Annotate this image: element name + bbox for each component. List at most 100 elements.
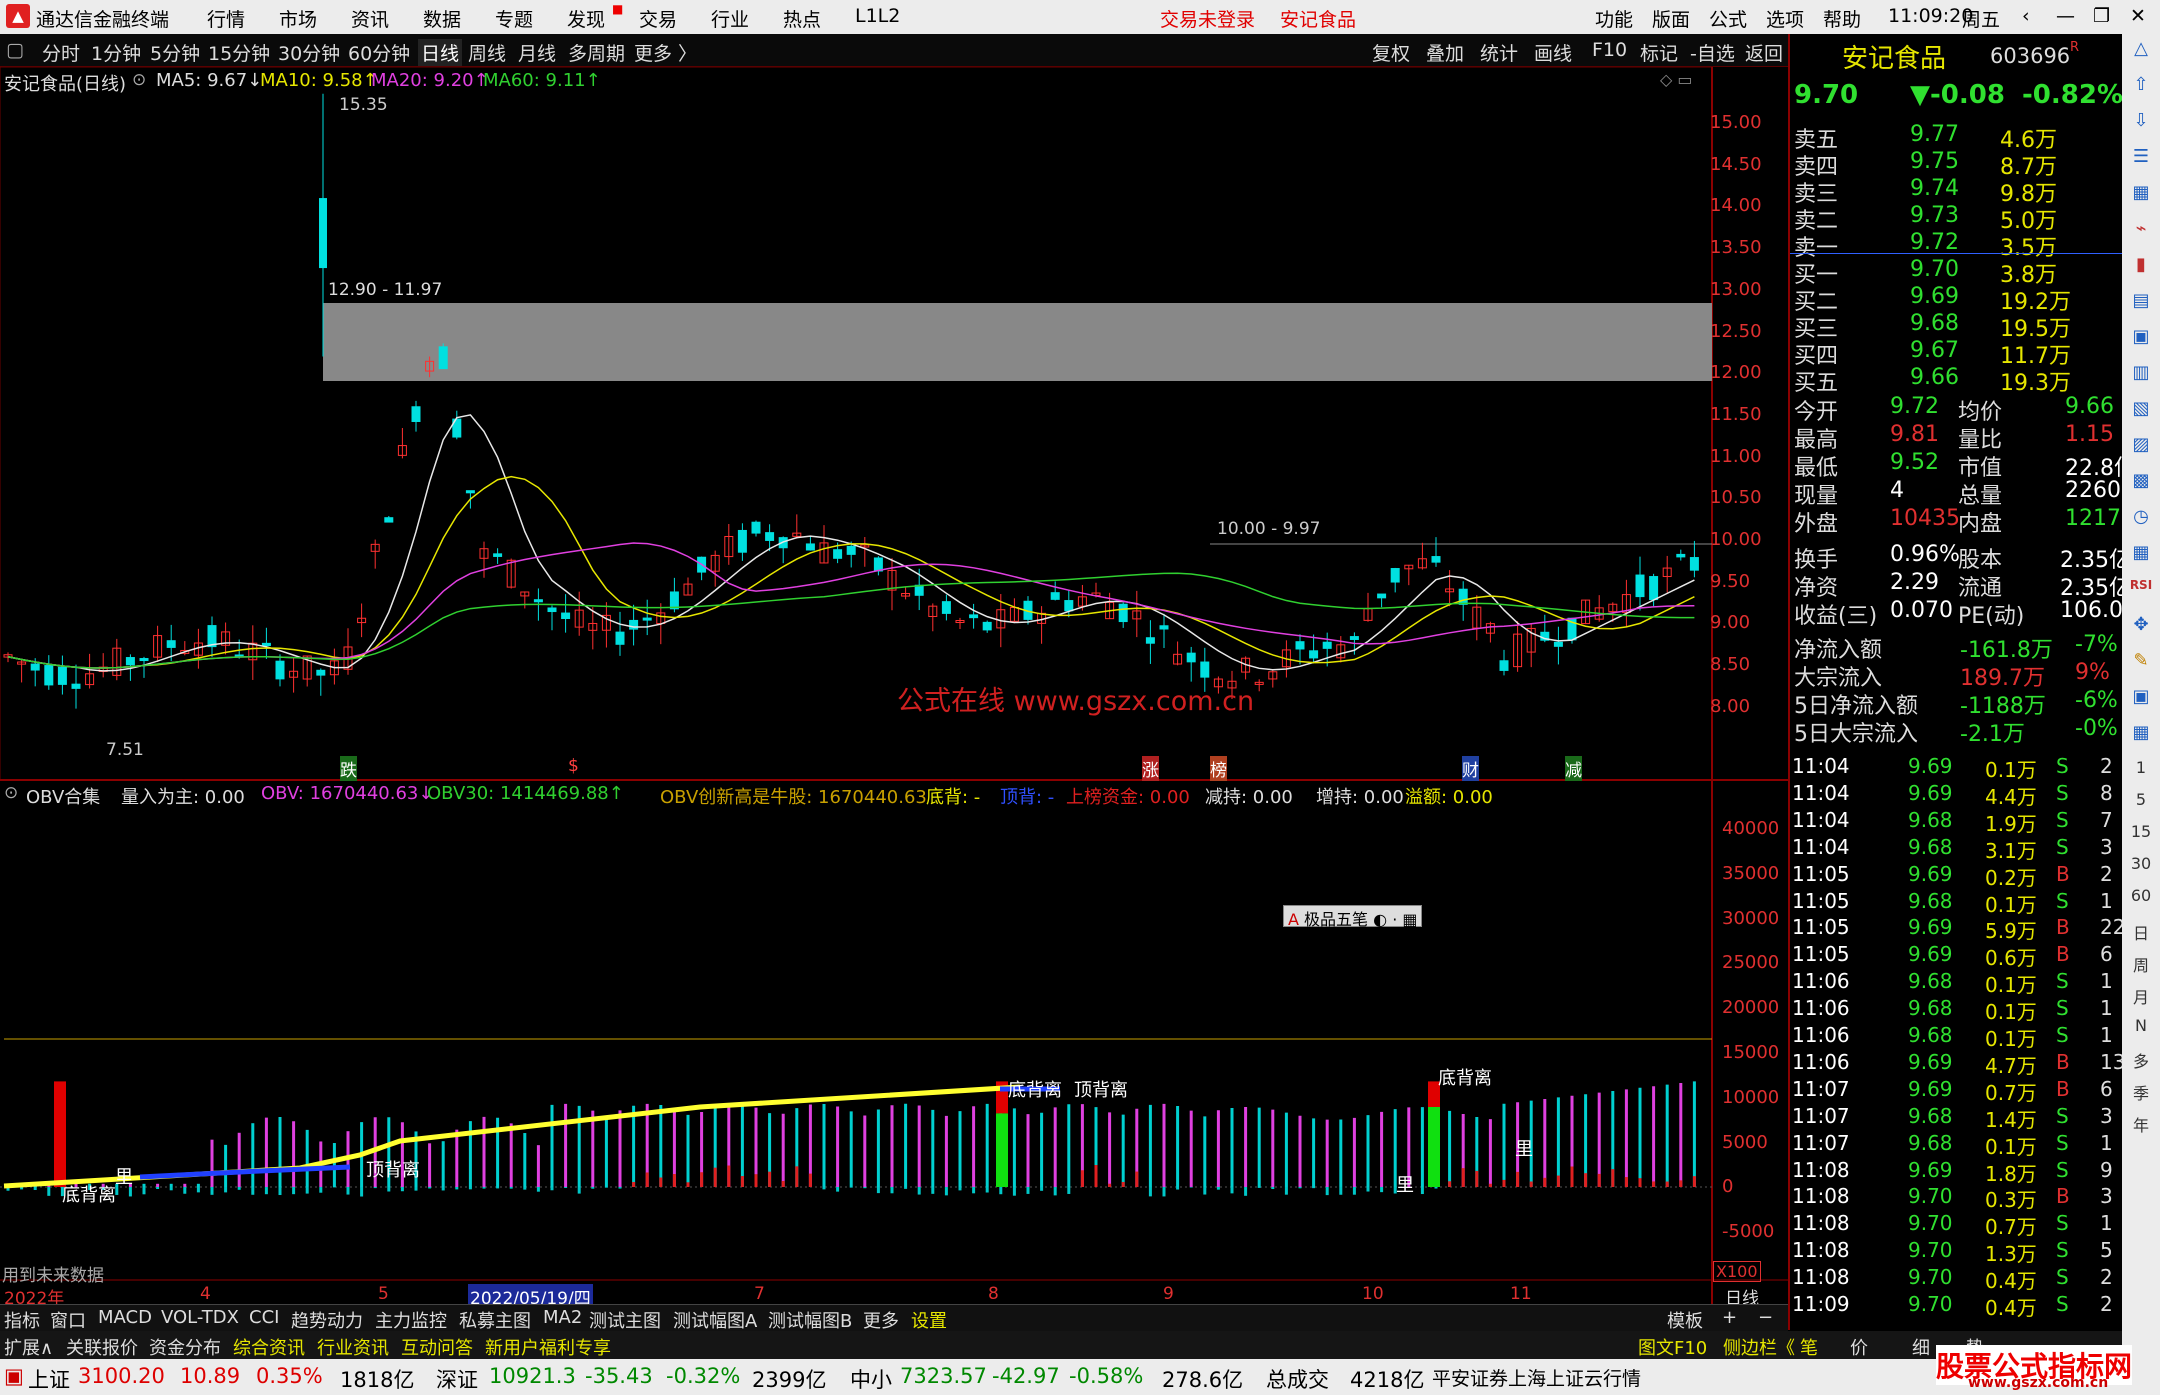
tab-ma2[interactable]: MA2 (543, 1307, 582, 1328)
stat2-row[interactable]: 净资 2.29 流通 2.35亿 (1790, 570, 2131, 601)
menu-hangye[interactable]: 行业 (711, 5, 749, 32)
menu-jiaoyi[interactable]: 交易 (639, 5, 677, 32)
tool-biaoji[interactable]: 标记 (1640, 39, 1678, 66)
line-chart-icon[interactable]: ⌁ (2129, 218, 2153, 242)
flow-row[interactable]: 5日大宗流入 -2.1万 -0% (1790, 716, 2124, 747)
buy-level-3[interactable]: 买三 9.68 19.5万 (1790, 311, 2124, 342)
tick-row[interactable]: 11:05 9.69 0.2万 B 2 (1790, 862, 2124, 890)
up-icon[interactable]: △ (2129, 38, 2153, 62)
period-60-button[interactable]: 60 (2129, 886, 2153, 910)
tick-row[interactable]: 11:06 9.68 0.1万 S 1 (1790, 969, 2124, 997)
flow-row[interactable]: 大宗流入 189.7万 9% (1790, 660, 2124, 691)
tick-row[interactable]: 11:04 9.68 3.1万 S 3 (1790, 835, 2124, 863)
tab-ceshi-b[interactable]: 测试幅图B (768, 1307, 852, 1333)
period-yue-button[interactable]: 月 (2129, 984, 2153, 1008)
table-icon[interactable]: ▦ (2129, 182, 2153, 206)
tool-fuquan[interactable]: 复权 (1372, 39, 1410, 66)
tick-row[interactable]: 11:07 9.68 1.4万 S 3 (1790, 1104, 2124, 1132)
tick-row[interactable]: 11:06 9.68 0.1万 S 1 (1790, 1023, 2124, 1051)
event-cai[interactable]: 财 (1462, 756, 1479, 781)
menu-l1l2[interactable]: L1L2 (855, 5, 900, 27)
sell-level-2[interactable]: 卖二 9.73 5.0万 (1790, 203, 2124, 234)
down-arrow-icon[interactable]: ⇩ (2129, 110, 2153, 134)
tick-row[interactable]: 11:08 9.70 0.3万 B 3 (1790, 1184, 2124, 1212)
tab-hangye-zixun[interactable]: 行业资讯 (317, 1334, 389, 1360)
period-ri-button[interactable]: 日 (2129, 920, 2153, 944)
menu-shichang[interactable]: 市场 (279, 5, 317, 32)
template-button[interactable]: 模板 (1667, 1307, 1703, 1333)
rsi-icon[interactable]: RSI (2129, 578, 2153, 602)
bars-icon[interactable]: ▦ (2129, 542, 2153, 566)
tick-row[interactable]: 11:04 9.69 4.4万 S 8 (1790, 781, 2124, 809)
pen-icon[interactable]: ✎ (2129, 650, 2153, 674)
tick-row[interactable]: 11:07 9.69 0.7万 B 6 (1790, 1077, 2124, 1105)
tick-row[interactable]: 11:06 9.68 0.1万 S 1 (1790, 996, 2124, 1024)
tick-row[interactable]: 11:08 9.70 0.4万 S 2 (1790, 1265, 2124, 1293)
period-15-button[interactable]: 15 (2129, 822, 2153, 846)
buy-level-2[interactable]: 买二 9.69 19.2万 (1790, 284, 2124, 315)
menu-gongneng[interactable]: 功能 (1595, 5, 1633, 32)
f10-icon[interactable]: ▣ (2129, 326, 2153, 350)
restore-icon[interactable]: ❐ (2093, 5, 2110, 27)
menu-zhuanti[interactable]: 专题 (495, 5, 533, 32)
tab-vol[interactable]: VOL-TDX (161, 1307, 239, 1328)
period-30min[interactable]: 30分钟 (278, 39, 340, 66)
flow-row[interactable]: 5日净流入额 -1188万 -6% (1790, 688, 2124, 719)
kline-chart-area[interactable] (0, 67, 1788, 1304)
period-fenshi[interactable]: 分时 (42, 39, 80, 66)
stat-row[interactable]: 今开 9.72 均价 9.66 (1790, 394, 2124, 425)
chart-diamond-icon[interactable]: ◇ ▭ (1660, 70, 1693, 89)
tab-settings[interactable]: 设置 (911, 1307, 947, 1333)
move-icon[interactable]: ✥ (2129, 614, 2153, 638)
event-jian[interactable]: 减 (1565, 756, 1582, 781)
tick-row[interactable]: 11:09 9.70 0.4万 S 2 (1790, 1292, 2124, 1320)
tab-jia[interactable]: 价 (1850, 1334, 1868, 1360)
tab-zonghe[interactable]: 综合资讯 (233, 1334, 305, 1360)
tab-chuangkou[interactable]: 窗口 (50, 1307, 86, 1333)
tab-cci[interactable]: CCI (249, 1307, 279, 1328)
tab-macd[interactable]: MACD (98, 1307, 152, 1328)
period-ji-button[interactable]: 季 (2129, 1080, 2153, 1104)
ime-toolbar[interactable]: A 极品五笔 ◐ · ▦ (1283, 905, 1423, 929)
tab-zijin[interactable]: 资金分布 (149, 1334, 221, 1360)
period-duo-button[interactable]: 多 (2129, 1048, 2153, 1072)
flow-row[interactable]: 净流入额 -161.8万 -7% (1790, 632, 2124, 663)
tick-row[interactable]: 11:08 9.70 0.7万 S 1 (1790, 1211, 2124, 1239)
menu-zixun[interactable]: 资讯 (351, 5, 389, 32)
period-nian-button[interactable]: 年 (2129, 1112, 2153, 1136)
tick-row[interactable]: 11:06 9.69 4.7万 B 13 (1790, 1050, 2125, 1078)
clock-icon[interactable]: ◷ (2129, 506, 2153, 530)
up-arrow-icon[interactable]: ⇧ (2129, 74, 2153, 98)
tab-bi[interactable]: 笔 (1800, 1334, 1818, 1360)
event-die[interactable]: 跌 (340, 756, 357, 781)
period-n-button[interactable]: N (2129, 1016, 2153, 1040)
menu-xuanxiang[interactable]: 选项 (1766, 5, 1804, 32)
period-30-button[interactable]: 30 (2129, 854, 2153, 878)
menu-redian[interactable]: 热点 (783, 5, 821, 32)
multi-icon[interactable]: ▦ (2129, 722, 2153, 746)
period-60min[interactable]: 60分钟 (348, 39, 410, 66)
tool-zixuan[interactable]: -自选 (1690, 39, 1735, 66)
stat2-row[interactable]: 收益(三) 0.070 PE(动) 106.0 (1790, 598, 2124, 629)
zx-name[interactable]: 中小 (850, 1364, 892, 1394)
menu-bangzhu[interactable]: 帮助 (1823, 5, 1861, 32)
menu-shuju[interactable]: 数据 (423, 5, 461, 32)
page-icon[interactable]: ▧ (2129, 398, 2153, 422)
back-icon[interactable]: ‹ (2022, 5, 2030, 27)
minimize-icon[interactable]: — (2056, 5, 2075, 27)
period-more[interactable]: 更多 〉 (634, 39, 697, 66)
period-1min[interactable]: 1分钟 (91, 39, 141, 66)
tab-zhuli[interactable]: 主力监控 (375, 1307, 447, 1333)
period-multi[interactable]: 多周期 (568, 39, 625, 66)
tool-f10[interactable]: F10 (1592, 39, 1627, 61)
buy-level-1[interactable]: 买一 9.70 3.8万 (1790, 257, 2124, 288)
tick-row[interactable]: 11:05 9.69 5.9万 B 22 (1790, 915, 2125, 943)
tick-row[interactable]: 11:04 9.68 1.9万 S 7 (1790, 808, 2124, 836)
menu-gongshi[interactable]: 公式 (1709, 5, 1747, 32)
sh-name[interactable]: 上证 (28, 1364, 70, 1394)
tab-ceshi-a[interactable]: 测试幅图A (673, 1307, 757, 1333)
stat-row[interactable]: 现量 4 总量 22605 (1790, 478, 2135, 509)
event-bang[interactable]: 榜 (1210, 756, 1227, 781)
tick-row[interactable]: 11:07 9.68 0.1万 S 1 (1790, 1131, 2124, 1159)
period-5-button[interactable]: 5 (2129, 790, 2153, 814)
